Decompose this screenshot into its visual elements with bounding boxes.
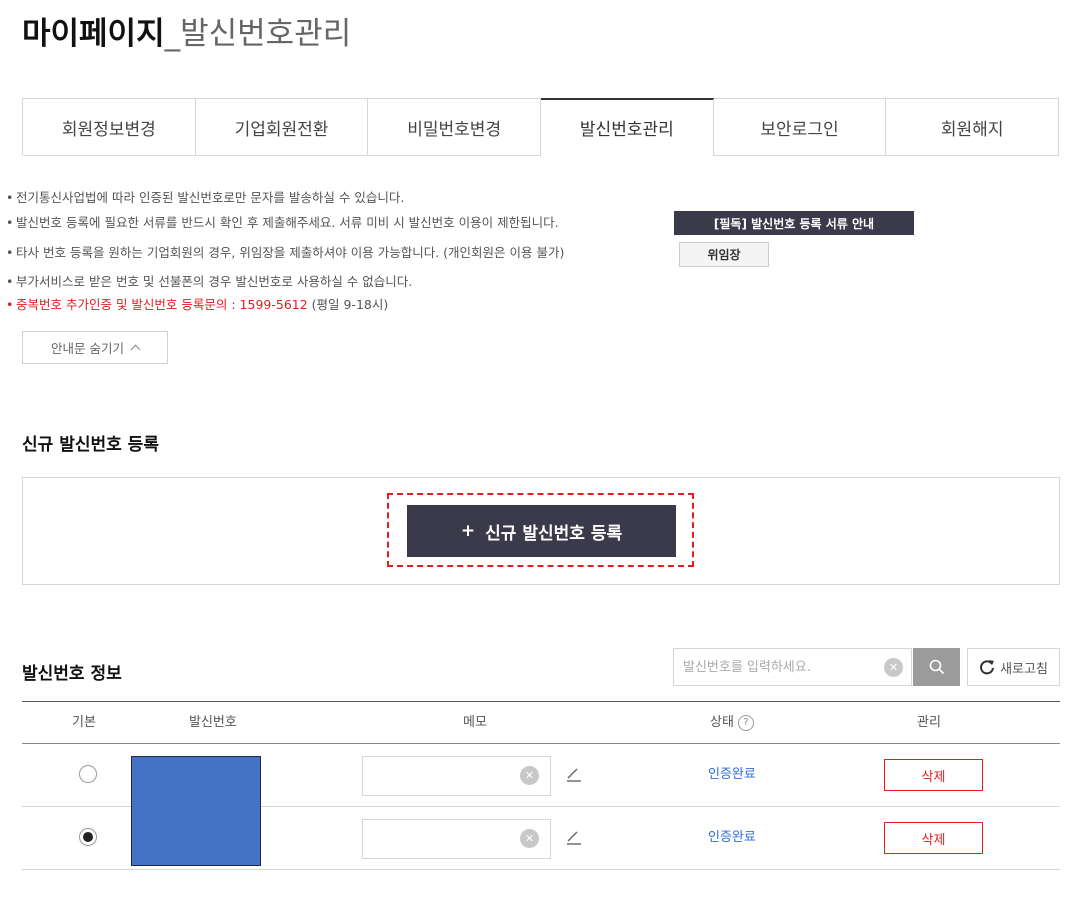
clear-icon[interactable]: ✕ — [884, 658, 903, 677]
page-title-separator: _ — [164, 16, 181, 52]
delete-button[interactable]: 삭제 — [884, 822, 983, 854]
search-button[interactable] — [913, 648, 960, 686]
column-status: 상태? — [710, 702, 754, 743]
notice-item: • 타사 번호 등록을 원하는 기업회원의 경우, 위임장을 제출하셔야 이용 가… — [6, 245, 565, 260]
search-box: ✕ — [673, 648, 912, 686]
notice-text: 발신번호 등록에 필요한 서류를 반드시 확인 후 제출해주세요. 서류 미비 … — [16, 215, 559, 230]
search-icon — [929, 659, 944, 675]
notice-item: • 부가서비스로 받은 번호 및 선불폰의 경우 발신번호로 사용하실 수 없습니… — [6, 274, 413, 289]
refresh-button[interactable]: 새로고침 — [967, 648, 1060, 686]
clear-icon[interactable]: ✕ — [520, 829, 539, 848]
contact-text: 중복번호 추가인증 및 발신번호 등록문의 : 1599-5612 — [16, 297, 308, 312]
page-title-main: 마이페이지 — [22, 16, 165, 52]
column-number: 발신번호 — [189, 715, 237, 730]
refresh-label: 새로고침 — [1000, 661, 1048, 677]
chevron-up-icon — [130, 344, 141, 355]
memo-field: ✕ — [362, 819, 551, 859]
notice-item: • 전기통신사업법에 따라 인증된 발신번호로만 문자를 발송하실 수 있습니다. — [6, 190, 405, 205]
column-memo: 메모 — [463, 715, 487, 730]
status-badge: 인증완료 — [708, 830, 756, 845]
tab-member-info[interactable]: 회원정보변경 — [23, 99, 196, 156]
tab-sender-number[interactable]: 발신번호관리 — [541, 98, 714, 156]
page-title: 마이페이지_발신번호관리 — [22, 14, 351, 54]
redacted-number — [131, 756, 261, 866]
pencil-icon[interactable] — [564, 764, 584, 784]
notice-text: 타사 번호 등록을 원하는 기업회원의 경우, 위임장을 제출하셔야 이용 가능… — [16, 245, 565, 260]
document-guide-button[interactable]: [필독] 발신번호 등록 서류 안내 — [674, 211, 914, 235]
table-header: 기본 발신번호 메모 상태? 관리 — [22, 701, 1060, 744]
pencil-icon[interactable] — [564, 827, 584, 847]
power-of-attorney-button[interactable]: 위임장 — [679, 242, 769, 267]
register-number-button[interactable]: + 신규 발신번호 등록 — [407, 505, 676, 557]
plus-icon: + — [460, 521, 476, 541]
tab-secure-login[interactable]: 보안로그인 — [713, 99, 887, 156]
memo-field: ✕ — [362, 756, 551, 796]
register-button-label: 신규 발신번호 등록 — [485, 523, 623, 544]
notice-item-contact: • 중복번호 추가인증 및 발신번호 등록문의 : 1599-5612 (평일 9… — [6, 297, 389, 312]
info-section-title: 발신번호 정보 — [22, 664, 122, 684]
tab-password-change[interactable]: 비밀번호변경 — [368, 99, 542, 156]
register-section-title: 신규 발신번호 등록 — [22, 435, 159, 455]
notice-text: 전기통신사업법에 따라 인증된 발신번호로만 문자를 발송하실 수 있습니다. — [16, 190, 405, 205]
notice-item: • 발신번호 등록에 필요한 서류를 반드시 확인 후 제출해주세요. 서류 미비… — [6, 215, 559, 230]
hide-notice-button[interactable]: 안내문 숨기기 — [22, 331, 168, 364]
status-badge: 인증완료 — [708, 767, 756, 782]
clear-icon[interactable]: ✕ — [520, 766, 539, 785]
refresh-icon — [980, 660, 995, 675]
search-input[interactable] — [674, 649, 874, 685]
delete-button[interactable]: 삭제 — [884, 759, 983, 791]
column-manage: 관리 — [917, 715, 941, 730]
page-title-sub: 발신번호관리 — [180, 16, 352, 52]
default-radio[interactable] — [79, 828, 97, 846]
tab-corporate-convert[interactable]: 기업회원전환 — [195, 99, 369, 156]
help-icon[interactable]: ? — [737, 714, 754, 731]
memo-input[interactable] — [363, 820, 513, 858]
mypage-tabs: 회원정보변경 기업회원전환 비밀번호변경 발신번호관리 보안로그인 회원해지 — [22, 98, 1060, 156]
contact-hours: (평일 9-18시) — [307, 297, 389, 312]
hide-notice-label: 안내문 숨기기 — [51, 341, 124, 356]
memo-input[interactable] — [363, 757, 513, 795]
notice-text: 부가서비스로 받은 번호 및 선불폰의 경우 발신번호로 사용하실 수 없습니다… — [16, 274, 413, 289]
tab-withdraw[interactable]: 회원해지 — [886, 99, 1060, 156]
default-radio[interactable] — [79, 765, 97, 783]
column-default: 기본 — [72, 715, 96, 730]
